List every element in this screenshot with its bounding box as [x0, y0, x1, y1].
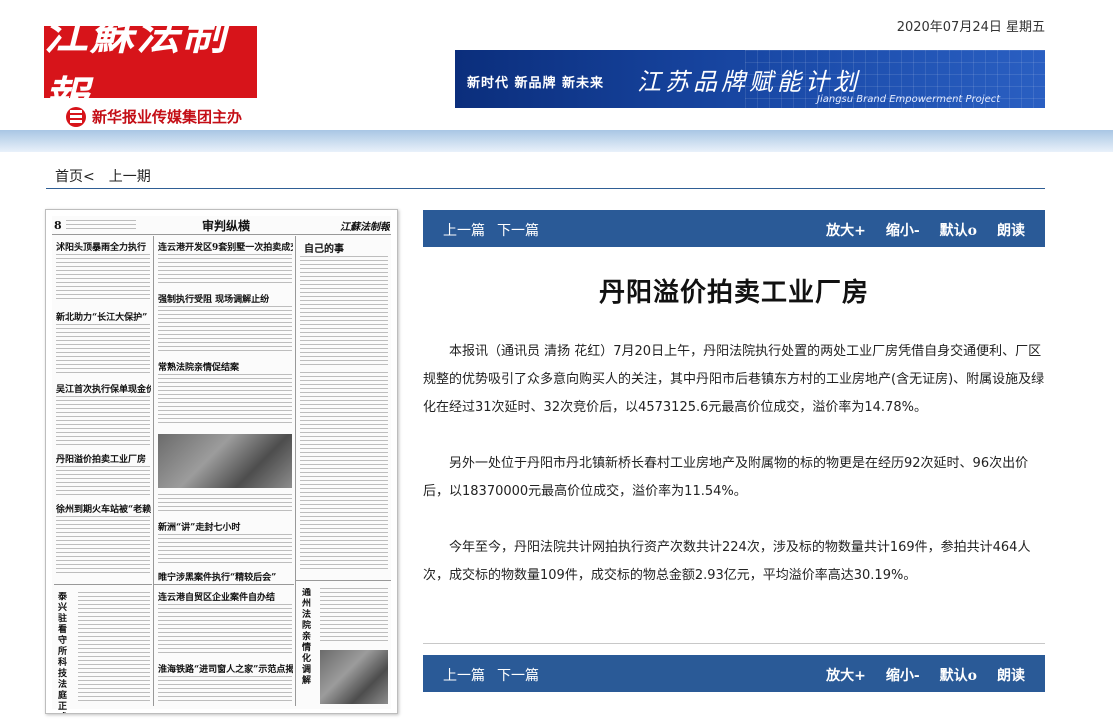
breadcrumb-home-link[interactable]: 首页<	[55, 166, 95, 186]
header-stripe	[0, 130, 1113, 152]
page-headline[interactable]: 丹阳溢价拍卖工业厂房	[56, 452, 151, 465]
reading-tools: 放大+ 缩小- 默认o 朗读	[826, 665, 1025, 685]
page-number: 8	[54, 219, 62, 232]
article-toolbar-top: 上一篇 下一篇 放大+ 缩小- 默认o 朗读	[423, 210, 1045, 247]
page-headline[interactable]: 徐州到期火车站被“老赖”	[56, 502, 151, 515]
default-size-button[interactable]: 默认o	[940, 220, 977, 240]
site-header: 江蘇法制報 新华报业传媒集团主办 2020年07月24日 星期五 新时代 新品牌…	[0, 0, 1113, 130]
article-nav: 上一篇 下一篇	[443, 665, 539, 685]
article-nav: 上一篇 下一篇	[443, 220, 539, 240]
page-headline[interactable]: 睢宁涉黑案件执行“精较后会”	[158, 570, 293, 583]
zoom-out-button[interactable]: 缩小-	[886, 220, 920, 240]
page-headline[interactable]: 常熟法院亲情促结案	[158, 360, 293, 373]
page-headline[interactable]: 泰兴驻看守所科技法庭正式启用	[58, 592, 72, 713]
page-headline[interactable]: 新洲“讲”走封七小时	[158, 520, 293, 533]
next-article-link[interactable]: 下一篇	[497, 665, 539, 685]
article-paragraph: 另外一处位于丹阳市丹北镇新桥长春村工业房地产及附属物的标的物更是在经历92次延时…	[423, 456, 1029, 499]
article-title: 丹阳溢价拍卖工业厂房	[598, 278, 869, 308]
article-toolbar-bottom: 上一篇 下一篇 放大+ 缩小- 默认o 朗读	[423, 655, 1045, 692]
breadcrumb: 首页< 上一期	[55, 166, 151, 186]
breadcrumb-previous-issue-link[interactable]: 上一期	[109, 166, 151, 186]
page-headline[interactable]: 自己的事	[304, 240, 389, 255]
breadcrumb-divider	[46, 188, 1045, 189]
page-headline[interactable]: 强制执行受阻 现场调解止纷	[158, 292, 293, 305]
prev-article-link[interactable]: 上一篇	[443, 665, 485, 685]
banner-title: 江苏品牌赋能计划	[637, 68, 861, 96]
next-article-link[interactable]: 下一篇	[497, 220, 539, 240]
page-headline[interactable]: 连云港开发区9套别墅一次拍卖成交	[158, 240, 293, 253]
prev-article-link[interactable]: 上一篇	[443, 220, 485, 240]
issue-date: 2020年07月24日 星期五	[896, 20, 1045, 35]
site-logo[interactable]: 江蘇法制報	[44, 9, 257, 124]
default-size-button[interactable]: 默认o	[940, 665, 977, 685]
reading-tools: 放大+ 缩小- 默认o 朗读	[826, 220, 1025, 240]
article-paragraph: 本报讯（通讯员 清扬 花红）7月20日上午，丹阳法院执行处置的两处工业厂房凭借自…	[423, 344, 1045, 415]
page-headline[interactable]: 连云港自贸区企业案件自办结	[158, 590, 293, 603]
zoom-in-button[interactable]: 放大+	[826, 220, 866, 240]
newspaper-page: 8 审判纵横 江蘇法制報 沭阳头顶暴雨全力执行 新北助力“长江大保护” 吴江首次…	[52, 216, 391, 712]
page-headline[interactable]: 沭阳头顶暴雨全力执行	[56, 240, 151, 253]
xinhua-logo-icon	[66, 106, 86, 127]
banner-english: Jiangsu Brand Empowerment Project	[817, 94, 1001, 105]
page-headline[interactable]: 通州法院亲情化调解	[302, 588, 316, 687]
zoom-out-button[interactable]: 缩小-	[886, 665, 920, 685]
zoom-in-button[interactable]: 放大+	[826, 665, 866, 685]
page-headline[interactable]: 新北助力“长江大保护”	[56, 310, 151, 323]
sponsor-line: 新华报业传媒集团主办	[66, 106, 242, 127]
section-title: 审判纵横	[202, 219, 251, 233]
page-masthead: 江蘇法制報	[340, 222, 390, 233]
read-aloud-button[interactable]: 朗读	[997, 665, 1025, 685]
news-photo	[158, 434, 292, 488]
sponsor-text: 新华报业传媒集团主办	[92, 108, 243, 126]
page-headline[interactable]: 淮海铁路“进司窗人之家”示范点揭牌	[158, 662, 293, 675]
read-aloud-button[interactable]: 朗读	[997, 220, 1025, 240]
page-headline[interactable]: 吴江首次执行保单现金价值	[56, 382, 151, 395]
article-divider	[423, 643, 1045, 644]
news-photo	[320, 650, 388, 704]
banner-slogan: 新时代 新品牌 新未来	[467, 76, 605, 91]
article-paragraph: 今年至今，丹阳法院共计网拍执行资产次数共计224次，涉及标的物数量共计169件，…	[423, 540, 1031, 583]
article-body: 本报讯（通讯员 清扬 花红）7月20日上午，丹阳法院执行处置的两处工业厂房凭借自…	[423, 338, 1045, 618]
newspaper-page-thumbnail[interactable]: 8 审判纵横 江蘇法制報 沭阳头顶暴雨全力执行 新北助力“长江大保护” 吴江首次…	[45, 209, 398, 714]
brand-banner[interactable]: 新时代 新品牌 新未来 江苏品牌赋能计划 Jiangsu Brand Empow…	[455, 50, 1045, 108]
